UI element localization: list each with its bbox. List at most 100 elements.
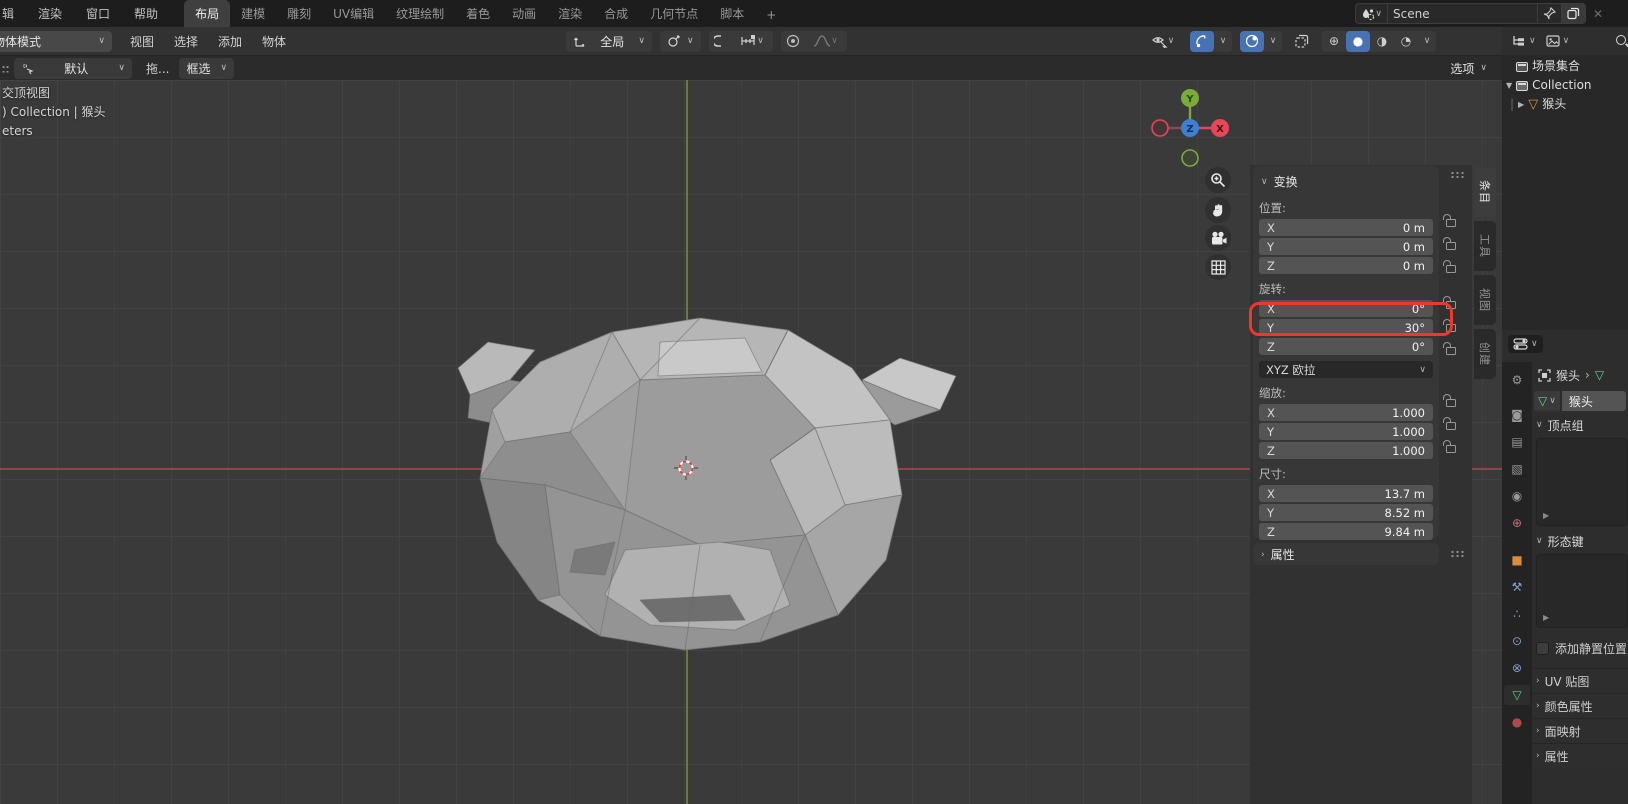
select-box-dropdown[interactable]: 框选 ∨	[179, 57, 235, 79]
scale-y-field[interactable]: Y 1.000	[1259, 423, 1433, 440]
menu-object[interactable]: 物体	[252, 29, 296, 54]
tab-object-data[interactable]: ▽	[1504, 685, 1530, 705]
scene-name-field[interactable]: Scene	[1388, 3, 1538, 24]
show-overlays-toggle[interactable]	[1240, 30, 1264, 52]
attributes-panel-grip[interactable]	[1450, 550, 1465, 557]
snap-toggle[interactable]	[709, 31, 733, 52]
shading-solid-button[interactable]: ●	[1346, 30, 1370, 52]
location-x-field[interactable]: X 0 m	[1259, 219, 1433, 236]
workspace-tab-layout[interactable]: 布局	[184, 0, 231, 27]
location-y-field[interactable]: Y 0 m	[1259, 238, 1433, 255]
expand-triangle-icon[interactable]: ▼	[1506, 76, 1512, 95]
dimensions-x-field[interactable]: X 13.7 m	[1259, 485, 1433, 502]
menu-view[interactable]: 视图	[120, 29, 164, 54]
object-visibility-dropdown[interactable]: ∨	[1144, 31, 1182, 52]
active-tool-dropdown[interactable]: 默认 ∨	[14, 57, 132, 79]
shading-settings-dropdown[interactable]: ∨	[1418, 31, 1436, 52]
add-workspace-button[interactable]: +	[755, 3, 787, 27]
shading-material-button[interactable]: ◑	[1370, 31, 1394, 52]
workspace-tab-geometry-nodes[interactable]: 几何节点	[639, 0, 709, 27]
camera-view-button[interactable]	[1205, 225, 1231, 251]
location-z-field[interactable]: Z 0 m	[1259, 257, 1433, 274]
face-maps-panel-header[interactable]: › 面映射	[1532, 718, 1628, 743]
menu-edit[interactable]: 辑	[0, 1, 26, 26]
resize-triangle-icon[interactable]: ▶	[1543, 613, 1549, 622]
tab-constraints[interactable]: ⊗	[1504, 658, 1530, 678]
outliner-row-monkey[interactable]: | ▶ ▽ 猴头	[1502, 95, 1628, 114]
workspace-tab-scripting[interactable]: 脚本	[709, 0, 755, 27]
delete-scene-button[interactable]: ✕	[1586, 3, 1610, 24]
lock-location-x-icon[interactable]	[1443, 214, 1456, 227]
overlays-settings-dropdown[interactable]: ∨	[1264, 31, 1282, 52]
outliner-row-collection[interactable]: ▼ Collection	[1502, 76, 1628, 95]
proportional-editing-toggle[interactable]	[781, 31, 805, 52]
options-dropdown[interactable]: 选项 ∨	[1443, 58, 1494, 79]
dimensions-z-field[interactable]: Z 9.84 m	[1259, 523, 1433, 540]
transform-panel-title[interactable]: 变换	[1274, 173, 1298, 190]
proportional-falloff-dropdown[interactable]: ∨	[805, 31, 847, 52]
workspace-tab-texture-paint[interactable]: 纹理绘制	[385, 0, 455, 27]
mesh-id-dropdown[interactable]: ▽ ∨	[1534, 391, 1560, 411]
pin-scene-button[interactable]	[1538, 3, 1562, 24]
lock-location-z-icon[interactable]	[1443, 260, 1456, 273]
zoom-button[interactable]	[1205, 167, 1231, 193]
outliner-display-mode-dropdown[interactable]: ∨	[1512, 35, 1536, 48]
expand-triangle-icon[interactable]: ▶	[1518, 95, 1524, 114]
menu-render[interactable]: 渲染	[26, 1, 74, 26]
rotation-mode-dropdown[interactable]: XYZ 欧拉 ∨	[1259, 361, 1433, 378]
lock-scale-z-icon[interactable]	[1443, 440, 1456, 453]
npanel-tab-create[interactable]: 创建	[1474, 329, 1496, 379]
breadcrumb-object-label[interactable]: 猴头	[1556, 367, 1580, 384]
menu-select[interactable]: 选择	[164, 29, 208, 54]
workspace-tab-sculpting[interactable]: 雕刻	[276, 0, 322, 27]
lock-rotation-x-icon[interactable]	[1443, 296, 1456, 309]
attributes-panel[interactable]: › 属性	[1253, 543, 1439, 565]
tab-modifiers[interactable]: ⚒	[1504, 577, 1530, 597]
scale-z-field[interactable]: Z 1.000	[1259, 442, 1433, 459]
show-gizmo-toggle[interactable]	[1190, 30, 1214, 52]
collapse-icon[interactable]: ∨	[1261, 177, 1268, 187]
lock-rotation-z-icon[interactable]	[1443, 342, 1456, 355]
npanel-tab-view[interactable]: 视图	[1474, 275, 1496, 325]
npanel-tab-item[interactable]: 条目	[1474, 167, 1496, 217]
shading-wireframe-button[interactable]: ⊕	[1322, 31, 1346, 52]
tab-view-layer[interactable]: ▧	[1504, 459, 1530, 479]
workspace-tab-animation[interactable]: 动画	[501, 0, 547, 27]
gizmo-settings-dropdown[interactable]: ∨	[1214, 31, 1232, 52]
rotation-x-field[interactable]: X 0°	[1259, 300, 1433, 317]
vertex-groups-list[interactable]: ▶	[1536, 438, 1628, 526]
lock-scale-y-icon[interactable]	[1443, 417, 1456, 430]
menu-window[interactable]: 窗口	[74, 1, 122, 26]
scale-x-field[interactable]: X 1.000	[1259, 404, 1433, 421]
outliner-search-icon[interactable]	[1616, 35, 1626, 45]
viewport-3d[interactable]: 交顶视图 ) Collection | 猴头 eters Y X Z ∨ 变换 …	[0, 80, 1502, 804]
tab-object[interactable]: ■	[1504, 550, 1530, 570]
pivot-point-dropdown[interactable]: ∨	[660, 30, 701, 52]
transform-panel-grip[interactable]	[1450, 171, 1465, 178]
tab-scene[interactable]: ◉	[1504, 486, 1530, 506]
dimensions-y-field[interactable]: Y 8.52 m	[1259, 504, 1433, 521]
lock-rotation-y-icon[interactable]	[1443, 319, 1456, 332]
navigation-gizmo[interactable]: Y X Z	[1148, 86, 1232, 170]
resize-triangle-icon[interactable]: ▶	[1543, 511, 1549, 520]
tab-world[interactable]: ⊕	[1504, 513, 1530, 533]
menu-help[interactable]: 帮助	[122, 1, 170, 26]
rotation-z-field[interactable]: Z 0°	[1259, 338, 1433, 355]
rotation-y-field[interactable]: Y 30°	[1259, 319, 1433, 336]
transform-orientation-dropdown[interactable]: 全局 ∨	[566, 30, 652, 52]
lock-scale-x-icon[interactable]	[1443, 394, 1456, 407]
xray-toggle[interactable]	[1290, 31, 1314, 52]
uv-maps-panel-header[interactable]: › UV 贴图	[1532, 668, 1628, 693]
tab-render[interactable]: ◙	[1504, 405, 1530, 425]
new-scene-button[interactable]	[1562, 3, 1586, 24]
snap-settings-dropdown[interactable]: ∨	[733, 31, 773, 52]
rest-position-checkbox[interactable]	[1536, 641, 1549, 655]
shading-rendered-button[interactable]: ◔	[1394, 31, 1418, 52]
shape-keys-list[interactable]: ▶	[1536, 554, 1628, 628]
tab-physics[interactable]: ⊙	[1504, 631, 1530, 651]
shape-keys-panel-header[interactable]: ∨ 形态键	[1532, 530, 1628, 552]
workspace-tab-rendering[interactable]: 渲染	[547, 0, 593, 27]
attributes-panel-header[interactable]: › 属性	[1532, 743, 1628, 768]
tab-material[interactable]: ●	[1504, 712, 1530, 732]
workspace-tab-modeling[interactable]: 建模	[230, 0, 276, 27]
